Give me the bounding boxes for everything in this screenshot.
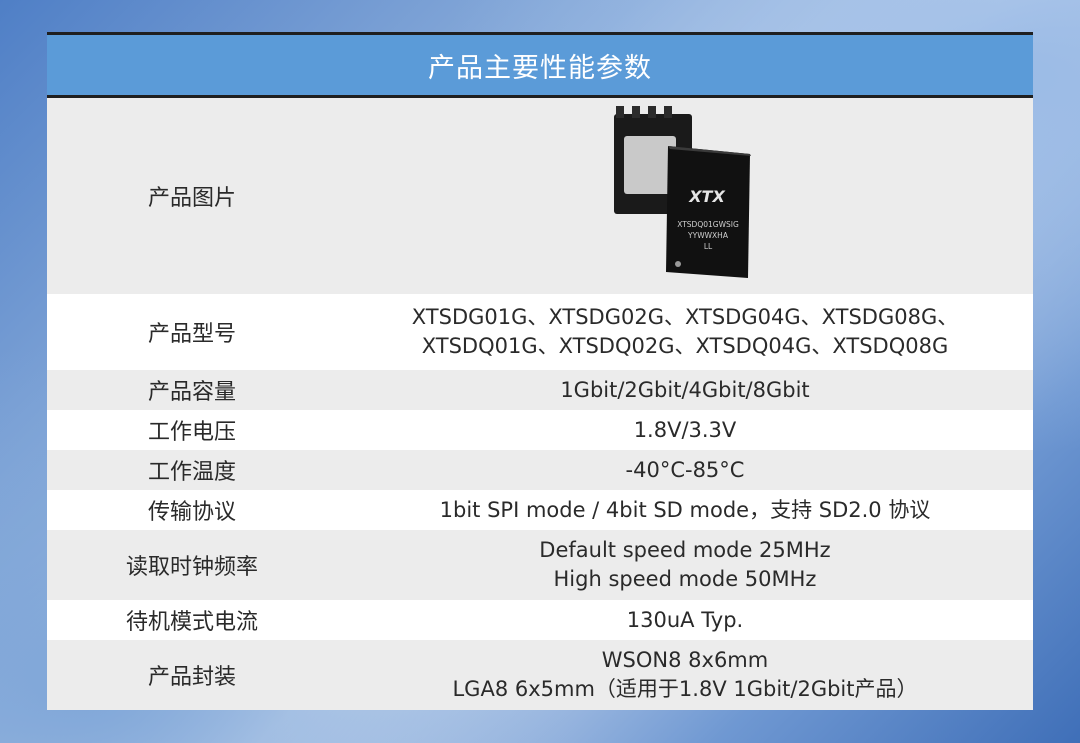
chip-brand: XTX [688,187,725,206]
value-line: 1bit SPI mode / 4bit SD mode，支持 SD2.0 协议 [439,497,931,522]
chip-line2: YYWWXHA [687,231,729,240]
row-label: 读取时钟频率 [125,555,258,580]
row-temperature: 工作温度 -40°C-85°C [47,450,1033,490]
value-line: 130uA Typ. [626,607,744,632]
row-label: 产品容量 [147,380,236,405]
chip-line1: XTSDQ01GWSIG [677,220,739,229]
row-clock-frequency: 读取时钟频率 Default speed mode 25MHz High spe… [47,530,1033,600]
row-label: 产品封装 [147,665,236,690]
row-label: 传输协议 [147,500,236,525]
row-value: 1Gbit/2Gbit/4Gbit/8Gbit [337,376,1033,405]
row-value: 1.8V/3.3V [337,416,1033,445]
row-model: 产品型号 XTSDG01G、XTSDG02G、XTSDG04G、XTSDG08G… [47,294,1033,370]
value-line: LGA8 6x5mm（适用于1.8V 1Gbit/2Gbit产品） [452,677,918,701]
row-value: 130uA Typ. [337,606,1033,635]
row-value: 1bit SPI mode / 4bit SD mode，支持 SD2.0 协议 [337,496,1033,525]
value-line: XTSDQ01G、XTSDQ02G、XTSDQ04G、XTSDQ08G [421,334,949,358]
row-voltage: 工作电压 1.8V/3.3V [47,410,1033,450]
value-line: 1.8V/3.3V [633,417,737,442]
product-image: XTX XTSDQ01GWSIG YYWWXHA LL [337,106,1033,286]
chip-line3: LL [704,242,713,251]
chip-image: XTX XTSDQ01GWSIG YYWWXHA LL [614,106,751,278]
value-line: WSON8 8x6mm [601,648,769,672]
row-label: 待机模式电流 [125,610,258,635]
value-line: High speed mode 50MHz [553,567,817,591]
row-label: 工作电压 [147,420,236,445]
row-label: 产品型号 [147,322,236,347]
spec-table: 产品主要性能参数 产品图片 XTX XTSDQ01GWSIG YYWWXHA L… [47,32,1033,710]
row-capacity: 产品容量 1Gbit/2Gbit/4Gbit/8Gbit [47,370,1033,410]
table-title: 产品主要性能参数 [47,35,1033,98]
row-label: 产品图片 [147,186,236,211]
row-package: 产品封装 WSON8 8x6mm LGA8 6x5mm（适用于1.8V 1Gbi… [47,640,1033,710]
row-label: 工作温度 [147,460,236,485]
row-value: XTSDG01G、XTSDG02G、XTSDG04G、XTSDG08G、 XTS… [337,303,1033,361]
value-line: Default speed mode 25MHz [539,538,831,562]
value-line: 1Gbit/2Gbit/4Gbit/8Gbit [560,377,810,402]
value-line: -40°C-85°C [625,457,745,482]
value-line: XTSDG01G、XTSDG02G、XTSDG04G、XTSDG08G、 [411,305,959,329]
row-protocol: 传输协议 1bit SPI mode / 4bit SD mode，支持 SD2… [47,490,1033,530]
row-product-image: 产品图片 XTX XTSDQ01GWSIG YYWWXHA LL [47,98,1033,294]
row-standby-current: 待机模式电流 130uA Typ. [47,600,1033,640]
row-value: WSON8 8x6mm LGA8 6x5mm（适用于1.8V 1Gbit/2Gb… [337,646,1033,704]
row-value: -40°C-85°C [337,456,1033,485]
row-value: Default speed mode 25MHz High speed mode… [337,536,1033,594]
